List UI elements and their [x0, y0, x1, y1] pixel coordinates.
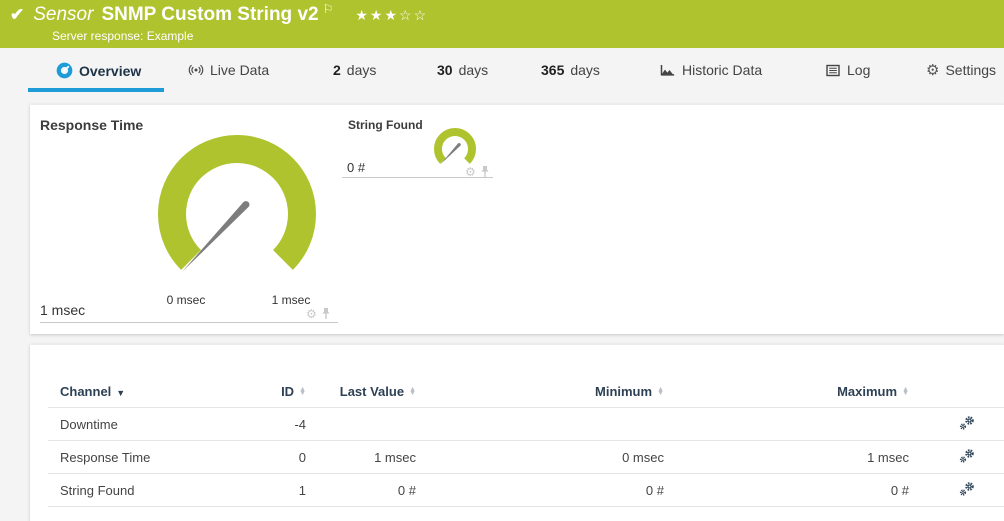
response-time-gauge-title: Response Time	[40, 117, 144, 133]
cell-id: 1	[298, 482, 306, 498]
tab-30-days-number: 30	[437, 62, 453, 78]
prtg-sensor-page: { "banner": { "check_icon": "✔", "kind":…	[0, 0, 1004, 521]
gauge-icon	[56, 62, 73, 79]
sort-arrows-icon: ▲ ▼	[299, 385, 306, 398]
header-last-value-label: Last Value	[339, 383, 405, 399]
sort-arrows-icon: ▲ ▼	[657, 385, 664, 398]
tab-2-days[interactable]: 2 days	[333, 62, 376, 78]
tab-365-days-label: days	[570, 62, 600, 78]
live-data-icon	[188, 64, 204, 76]
cell-maximum: 1 msec	[867, 449, 909, 465]
tab-settings-label: Settings	[945, 62, 997, 78]
cell-channel: String Found	[60, 482, 135, 498]
cell-id: -4	[294, 416, 306, 432]
cell-maximum: 0 #	[890, 482, 909, 498]
table-header-row: Channel ▼ ID ▲ ▼ Last Value ▲ ▼ Minimum ▲ ▼ Max…	[48, 375, 1004, 408]
gauge-settings-gear-icon[interactable]: ⚙	[306, 308, 317, 320]
header-maximum[interactable]: Maximum ▲ ▼	[664, 384, 909, 399]
cell-last-value: 1 msec	[374, 449, 416, 465]
header-channel-label: Channel	[60, 383, 112, 399]
response-time-block-divider	[40, 322, 338, 323]
tab-30-days[interactable]: 30 days	[437, 62, 488, 78]
tab-log-label: Log	[847, 62, 871, 78]
sort-caret-icon: ▼	[116, 387, 126, 398]
object-kind-label: Sensor	[33, 4, 94, 25]
historic-data-icon	[660, 65, 675, 76]
tab-historic-data[interactable]: Historic Data	[659, 62, 762, 78]
header-channel[interactable]: Channel ▼	[48, 384, 258, 399]
response-time-current-value: 1 msec	[40, 302, 86, 318]
settings-gear-icon: ⚙	[926, 61, 940, 79]
cell-last-value: 0 #	[397, 482, 416, 498]
cell-channel: Downtime	[60, 416, 118, 432]
channels-panel: Channel ▼ ID ▲ ▼ Last Value ▲ ▼ Minimum ▲ ▼ Max…	[30, 344, 1004, 521]
header-minimum[interactable]: Minimum ▲ ▼	[416, 384, 664, 399]
log-icon	[826, 64, 840, 76]
table-row-downtime: Downtime -4	[48, 408, 1004, 441]
flag-icon[interactable]: ⚐	[323, 2, 334, 16]
cell-minimum: 0 msec	[622, 449, 664, 465]
status-check-icon: ✔	[10, 5, 25, 24]
priority-stars[interactable]: ★★★☆☆	[355, 7, 428, 24]
gauge-settings-gear-icon[interactable]: ⚙	[465, 166, 476, 178]
tab-live-data-label: Live Data	[210, 62, 270, 78]
banner-title-row: ✔ Sensor SNMP Custom String v2 ⚐ ★★★☆☆	[10, 2, 428, 26]
tab-log[interactable]: Log	[825, 62, 870, 78]
header-id-label: ID	[281, 383, 295, 399]
gauge-scale-min-label: 0 msec	[166, 293, 206, 307]
table-row-string-found: String Found 1 0 # 0 # 0 #	[48, 474, 1004, 507]
tab-live-data[interactable]: Live Data	[188, 62, 269, 78]
channel-settings-gears-icon[interactable]	[959, 481, 976, 500]
header-maximum-label: Maximum	[837, 383, 898, 399]
string-found-current-value: 0 #	[347, 160, 366, 175]
tab-365-days-number: 365	[541, 62, 565, 78]
sort-arrows-icon: ▲ ▼	[902, 385, 909, 398]
channel-settings-gears-icon[interactable]	[959, 448, 976, 467]
overview-gauges-panel: Response Time 0 msec 1 msec 1 msec ⚙ Str…	[30, 104, 1004, 334]
table-row-response-time: Response Time 0 1 msec 0 msec 1 msec	[48, 441, 1004, 474]
response-time-block-tools: ⚙	[306, 307, 331, 320]
cell-channel: Response Time	[60, 449, 151, 465]
string-found-gauge-title: String Found	[348, 118, 423, 132]
tab-historic-data-label: Historic Data	[682, 62, 763, 78]
tab-bar: Overview Live Data 2 days 30 days 365 da…	[0, 48, 1004, 104]
active-tab-indicator	[28, 88, 164, 92]
tab-overview-label: Overview	[79, 62, 142, 79]
response-time-gauge	[158, 135, 316, 273]
tab-2-days-number: 2	[333, 62, 341, 78]
cell-minimum: 0 #	[645, 482, 664, 498]
pin-icon[interactable]	[321, 307, 331, 320]
cell-id: 0	[298, 449, 306, 465]
header-last-value[interactable]: Last Value ▲ ▼	[306, 384, 416, 399]
tab-365-days[interactable]: 365 days	[541, 62, 600, 78]
channels-table: Channel ▼ ID ▲ ▼ Last Value ▲ ▼ Minimum ▲ ▼ Max…	[48, 375, 1004, 507]
channel-settings-gears-icon[interactable]	[959, 415, 976, 434]
sensor-status-banner: ✔ Sensor SNMP Custom String v2 ⚐ ★★★☆☆ S…	[0, 0, 1004, 48]
tab-settings[interactable]: ⚙ Settings	[926, 62, 996, 78]
gauge-scale-max-label: 1 msec	[271, 293, 311, 307]
tab-overview[interactable]: Overview	[56, 62, 141, 79]
string-found-block-divider	[342, 177, 493, 178]
tab-2-days-label: days	[346, 62, 377, 78]
sensor-message: Server response: Example	[52, 29, 194, 43]
header-minimum-label: Minimum	[595, 383, 653, 399]
tab-30-days-label: days	[458, 62, 489, 78]
sensor-title: SNMP Custom String v2	[101, 4, 319, 25]
header-id[interactable]: ID ▲ ▼	[258, 384, 306, 399]
sort-arrows-icon: ▲ ▼	[409, 385, 416, 398]
